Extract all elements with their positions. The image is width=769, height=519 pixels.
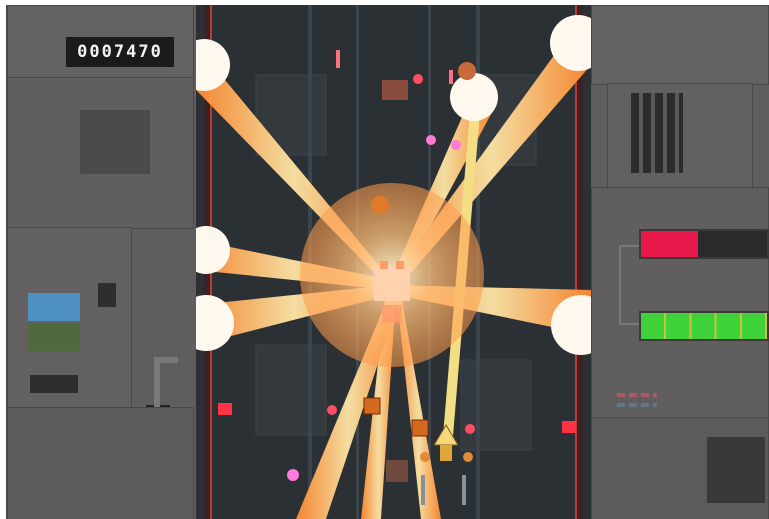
wire	[619, 245, 621, 325]
monitor-screen	[28, 323, 80, 351]
monitor-screen	[28, 293, 80, 321]
side-wall	[577, 5, 583, 519]
vent-grate	[631, 93, 683, 173]
vent-grate	[80, 110, 150, 174]
power-bar-fill	[641, 313, 767, 339]
panel-plate	[591, 5, 769, 85]
game-screen: 0007470	[6, 5, 769, 519]
wire	[619, 323, 639, 325]
panel-edge	[6, 5, 8, 519]
floor-panel	[255, 344, 327, 436]
indicator-lights	[617, 403, 657, 407]
floor-crate	[382, 80, 408, 100]
right-side-panel	[591, 5, 769, 519]
panel-slot	[30, 375, 78, 393]
floor-crate	[386, 460, 408, 482]
score-counter: 0007470	[66, 37, 174, 67]
wire	[619, 245, 639, 247]
left-side-panel: 0007470	[6, 5, 196, 519]
panel-plate	[6, 407, 194, 519]
indicator-lights	[617, 393, 657, 397]
playfield-scene	[196, 5, 591, 519]
floor-panel	[460, 359, 532, 451]
vent-grate	[707, 437, 765, 503]
panel-plate	[591, 187, 769, 419]
panel-light	[98, 283, 116, 307]
power-bar	[639, 311, 769, 341]
health-bar-fill	[641, 231, 698, 257]
playfield	[196, 5, 591, 519]
health-bar	[639, 229, 769, 259]
pipe	[154, 357, 160, 413]
